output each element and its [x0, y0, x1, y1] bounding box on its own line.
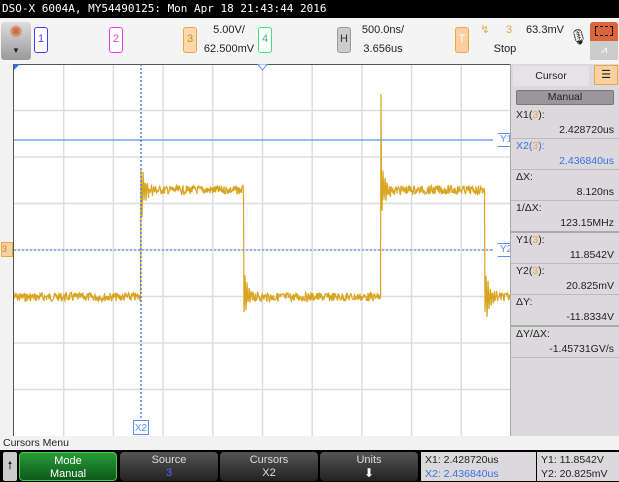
graticule — [13, 63, 512, 436]
item-value: 2.436840us — [559, 155, 614, 167]
item-value: -11.8334V — [566, 311, 614, 323]
arrow-down-icon: ⬇ — [363, 466, 375, 480]
cursor-value-item: ΔX: 8.120ns — [511, 170, 619, 201]
cursor-value-item: Y2(3): 20.825mV — [511, 264, 619, 295]
title-bar: DSO-X 6004A, MY54490125: Mon Apr 18 21:4… — [0, 0, 619, 18]
softkey-value: Manual — [49, 468, 87, 480]
y-readout: Y1: 11.8542V Y2: 20.825mV — [537, 452, 619, 481]
channel-2-button[interactable]: 2 — [109, 27, 123, 53]
microphone-icon[interactable]: 🎙 — [569, 28, 588, 47]
trigger-position-marker — [256, 63, 269, 71]
chevron-down-icon: ▼ — [12, 46, 20, 55]
run-status: Stop — [493, 43, 517, 55]
softkey-label: Mode — [54, 455, 82, 467]
item-label: ΔX: — [516, 171, 533, 183]
trigger-source: 3 — [505, 24, 513, 36]
softkey-label: Source — [151, 454, 187, 466]
softkey-bar: 🠕 Mode Manual Source 3 Cursors X2 Units ⬇ X1… — [0, 450, 619, 482]
horizontal-delay: 3.656us — [363, 43, 403, 55]
burst-icon: ✺ — [9, 24, 23, 41]
softkey-value: X2 — [262, 467, 276, 479]
mode-softkey[interactable]: Mode Manual — [19, 452, 117, 481]
channel-4-button[interactable]: 4 — [258, 27, 272, 53]
waveform-display[interactable]: Y1 Y2 X2 — [13, 63, 517, 436]
zoom-box-button[interactable] — [590, 22, 618, 41]
softkey-label: Cursors — [249, 454, 289, 466]
y1-readout: Y1: 11.8542V — [541, 454, 604, 466]
tab-cursor[interactable]: Cursor — [513, 66, 589, 86]
cursor-value-item: 1/ΔX: 123.15MHz — [511, 201, 619, 233]
horizontal-button[interactable]: H — [337, 27, 351, 53]
measure-button[interactable]: ⩘ — [590, 41, 618, 60]
item-value: 20.825mV — [566, 280, 614, 292]
cursors-softkey[interactable]: Cursors X2 — [220, 452, 318, 481]
horizontal-scale: 500.0ns/ — [361, 24, 405, 36]
rising-edge-icon: ↯ — [480, 24, 490, 36]
channel-3-button[interactable]: 3 — [183, 27, 197, 53]
item-label: Y1(3): — [516, 234, 545, 246]
menu-title: Cursors Menu — [3, 437, 69, 449]
softkey-label: Units — [356, 454, 382, 466]
x2-readout: X2: 2.436840us — [425, 468, 499, 480]
cursor-value-item: ΔY/ΔX: -1.45731GV/s — [511, 327, 619, 358]
back-button[interactable]: 🠕 — [3, 452, 17, 481]
select-box-icon — [595, 26, 613, 36]
item-value: -1.45731GV/s — [549, 343, 614, 355]
trigger-button[interactable]: T — [455, 27, 469, 53]
item-label: X2(3): — [516, 140, 545, 152]
item-label: Y2(3): — [516, 265, 545, 277]
cursor-value-item: X2(3): 2.436840us — [511, 139, 619, 170]
item-value: 11.8542V — [569, 249, 614, 261]
trigger-level: 63.3mV — [526, 24, 564, 36]
ch3-ground-marker[interactable]: 3 — [1, 242, 13, 257]
units-softkey[interactable]: Units ⬇ — [320, 452, 418, 481]
y2-readout: Y2: 20.825mV — [541, 468, 608, 480]
item-value: 2.428720us — [559, 124, 614, 136]
acquire-button[interactable]: ✺ ▼ — [1, 22, 31, 60]
ch3-offset: 62.500mV — [203, 43, 255, 55]
softkey-value: 3 — [165, 467, 173, 479]
mode-indicator: Manual — [516, 90, 614, 105]
x1-readout: X1: 2.428720us — [425, 454, 499, 466]
cursor-value-item: X1(3): 2.428720us — [511, 108, 619, 139]
cursor-value-item: Y1(3): 11.8542V — [511, 233, 619, 264]
toolbar: ✺ ▼ 1 2 3 5.00V/ 62.500mV 4 H 500.0ns/ 3… — [0, 18, 619, 64]
cursor-value-item: ΔY: -11.8334V — [511, 295, 619, 327]
menu-icon[interactable]: ☰ — [594, 65, 618, 85]
item-value: 8.120ns — [576, 186, 614, 198]
x2-marker[interactable]: X2 — [133, 420, 149, 435]
cursor-panel: Cursor ☰ Manual X1(3): 2.428720us X2(3): 2.… — [510, 64, 619, 436]
ch3-scale: 5.00V/ — [213, 24, 245, 36]
channel-1-button[interactable]: 1 — [34, 27, 48, 53]
source-softkey[interactable]: Source 3 — [120, 452, 218, 481]
item-value: 123.15MHz — [560, 217, 614, 229]
item-label: 1/ΔX: — [516, 202, 542, 214]
item-label: ΔY/ΔX: — [516, 328, 550, 340]
item-label: ΔY: — [516, 296, 533, 308]
x-readout: X1: 2.428720us X2: 2.436840us — [421, 452, 536, 481]
item-label: X1(3): — [516, 109, 545, 121]
